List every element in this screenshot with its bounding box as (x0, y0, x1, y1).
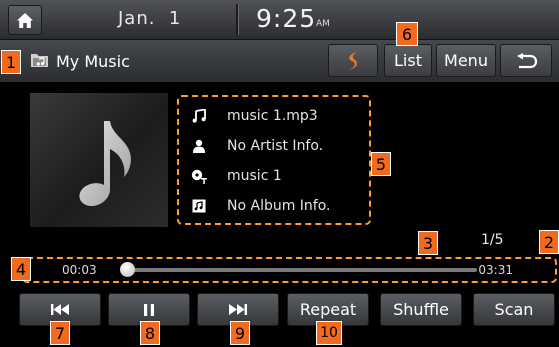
status-divider (236, 4, 239, 35)
track-filename-row: music 1.mp3 (189, 105, 318, 127)
track-artist-row: No Artist Info. (189, 135, 323, 157)
callout-9: 9 (230, 321, 250, 345)
soundhound-button[interactable] (328, 44, 378, 77)
callout-5: 5 (371, 152, 391, 176)
home-button[interactable] (8, 5, 42, 35)
page-title: My Music (56, 52, 130, 71)
track-album-row: No Album Info. (189, 195, 331, 217)
music-note-icon (79, 121, 131, 207)
callout-10: 10 (316, 321, 342, 345)
scan-button[interactable]: Scan (473, 293, 555, 326)
title-icon (191, 169, 207, 184)
track-title-row: music 1 (189, 165, 282, 187)
track-filename: music 1.mp3 (227, 108, 318, 124)
previous-track-icon (51, 304, 69, 315)
back-button[interactable] (500, 44, 552, 77)
callout-7: 7 (50, 321, 70, 345)
elapsed-time: 00:03 (62, 263, 97, 277)
status-bar: Jan. 1 9:25 AM (0, 0, 559, 39)
callout-8: 8 (140, 321, 160, 345)
home-icon (17, 12, 33, 28)
callout-6: 6 (396, 22, 418, 46)
next-track-icon (229, 304, 247, 315)
music-folder-icon (31, 54, 48, 67)
track-counter: 1/5 (481, 232, 504, 248)
clock-time: 9:25 (256, 4, 317, 33)
track-artist: No Artist Info. (227, 138, 324, 154)
date-display: Jan. 1 (118, 8, 182, 29)
album-art (30, 93, 168, 227)
back-arrow-icon (517, 52, 538, 68)
callout-1: 1 (1, 50, 21, 74)
callout-2: 2 (539, 230, 559, 254)
total-time: 03:31 (478, 263, 513, 277)
shuffle-button[interactable]: Shuffle (380, 293, 462, 326)
pause-icon (144, 303, 154, 316)
callout-4: 4 (11, 257, 31, 281)
soundhound-icon (348, 51, 357, 70)
progress-area: 00:03 03:31 (22, 257, 557, 283)
menu-button[interactable]: Menu (436, 44, 496, 77)
track-info-panel: music 1.mp3 No Artist Info. music 1 No A… (177, 95, 371, 225)
note-icon (192, 109, 206, 123)
music-player-screen: Jan. 1 9:25 AM My Music List Menu music … (0, 0, 559, 347)
callout-3: 3 (418, 231, 438, 255)
title-bar: My Music List Menu (0, 39, 559, 82)
track-album: No Album Info. (227, 198, 331, 214)
progress-knob[interactable] (119, 262, 135, 277)
clock-ampm: AM (316, 19, 330, 29)
track-title: music 1 (227, 168, 282, 184)
progress-track[interactable] (122, 268, 477, 272)
artist-icon (193, 139, 205, 153)
album-icon (192, 199, 206, 213)
list-button[interactable]: List (384, 44, 432, 77)
